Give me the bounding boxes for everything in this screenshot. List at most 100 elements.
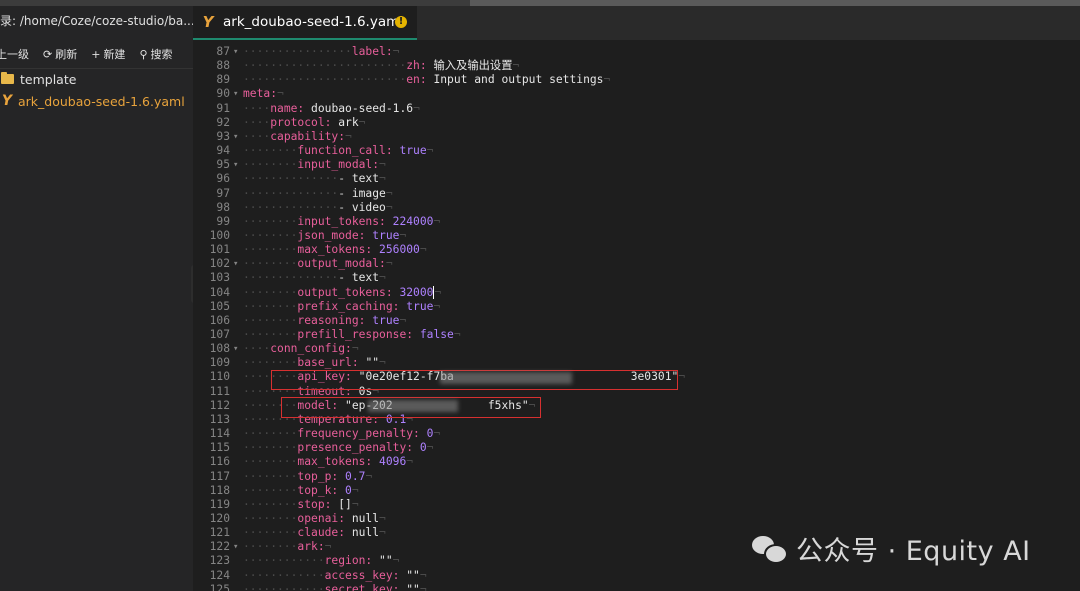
whitespace-markers: ············ <box>243 554 325 568</box>
fold-chevron-icon[interactable]: ▾ <box>233 158 238 172</box>
go-up-button[interactable]: 上一级 <box>0 44 29 64</box>
line-number: 89 <box>216 73 230 87</box>
line-number: 100 <box>209 228 230 242</box>
yaml-file-icon: Y <box>202 13 214 31</box>
code-content: ········claude: null¬ <box>243 526 386 540</box>
whitespace-markers: ············ <box>243 568 325 582</box>
line-number: 111 <box>209 384 230 398</box>
whitespace-markers: ········ <box>243 299 298 313</box>
yaml-key: max_tokens: <box>297 243 373 257</box>
line-number: 93 <box>216 129 230 143</box>
yaml-key: - <box>338 200 352 214</box>
eol-marker: ¬ <box>433 299 441 313</box>
eol-marker: ¬ <box>434 285 442 299</box>
whitespace-markers: ···· <box>243 101 271 115</box>
fold-chevron-icon[interactable]: ▾ <box>233 45 238 59</box>
whitespace-markers: ···· <box>243 115 271 129</box>
tree-item-template-folder[interactable]: template <box>0 69 76 89</box>
new-button[interactable]: + 新建 <box>91 44 125 64</box>
yaml-value: ark <box>331 115 359 129</box>
current-directory-path: 录: /home/Coze/coze-studio/ba... <box>0 14 193 28</box>
tab-ark-doubao-yaml[interactable]: Y ark_doubao-seed-1.6.yaml ! <box>193 6 417 40</box>
eol-marker: ¬ <box>385 257 393 271</box>
yaml-key: meta: <box>243 87 278 101</box>
eol-marker: ¬ <box>426 144 434 158</box>
tree-item-yaml-file[interactable]: Y ark_doubao-seed-1.6.yaml <box>0 91 185 111</box>
eol-marker: ¬ <box>379 526 386 540</box>
yaml-value: 0.7 <box>338 469 366 483</box>
line-number: 113 <box>209 412 230 426</box>
yaml-key: en: <box>406 73 427 87</box>
yaml-value: text <box>351 271 380 285</box>
explorer-toolbar: 上一级 ⟳ 刷新 + 新建 ⚲ 搜索 <box>0 44 187 64</box>
yaml-key: output_modal: <box>297 257 386 271</box>
yaml-value: null <box>345 511 380 525</box>
file-explorer-sidebar: 录: /home/Coze/coze-studio/ba... 上一级 ⟳ 刷新… <box>0 6 193 591</box>
refresh-button[interactable]: ⟳ 刷新 <box>43 44 77 64</box>
yaml-key: stop: <box>297 497 332 511</box>
whitespace-markers: ·············· <box>243 271 339 285</box>
yaml-value: image <box>351 186 386 200</box>
eol-marker: ¬ <box>324 540 332 554</box>
line-number: 96 <box>216 172 230 186</box>
search-icon: ⚲ <box>139 47 148 61</box>
whitespace-markers: ········ <box>243 427 298 441</box>
eol-marker: ¬ <box>351 483 359 497</box>
line-number: 103 <box>209 271 230 285</box>
yaml-value: true <box>399 299 434 313</box>
whitespace-markers: ············ <box>243 582 325 591</box>
line-number: 122 <box>209 540 230 554</box>
yaml-value: text <box>351 172 380 186</box>
code-content: meta:¬ <box>243 87 284 101</box>
code-content: ····name: doubao-seed-1.6¬ <box>243 102 420 116</box>
yaml-key: capability: <box>270 129 346 143</box>
watermark-text: 公众号 · Equity AI <box>796 535 1031 567</box>
whitespace-markers: ········ <box>243 526 298 540</box>
yaml-key: name: <box>270 101 305 115</box>
yaml-value: doubao-seed-1.6 <box>304 101 414 115</box>
wechat-watermark: 公众号 · Equity AI <box>752 528 1031 568</box>
yaml-key: top_p: <box>297 469 339 483</box>
code-editor[interactable]: 87 ▾ ················label:¬ 88 ············… <box>193 40 1080 591</box>
line-number: 114 <box>209 427 230 441</box>
whitespace-markers: ········ <box>243 356 298 370</box>
code-content: ········base_url: ""¬ <box>243 356 386 370</box>
fold-chevron-icon[interactable]: ▾ <box>233 342 238 356</box>
eol-marker: ¬ <box>385 186 393 200</box>
eol-marker: ¬ <box>512 59 520 73</box>
fold-chevron-icon[interactable]: ▾ <box>233 257 238 271</box>
fold-chevron-icon[interactable]: ▾ <box>233 87 238 101</box>
line-number: 116 <box>209 455 230 469</box>
line-number: 112 <box>209 398 230 412</box>
yaml-value: "" <box>358 356 380 370</box>
code-content: ········prefill_response: false¬ <box>243 328 461 342</box>
eol-marker: ¬ <box>351 497 359 511</box>
yaml-key: prefix_caching: <box>297 299 400 313</box>
code-content: ··············- text¬ <box>243 172 386 186</box>
search-button[interactable]: ⚲ 搜索 <box>139 44 172 64</box>
yaml-value: 32000 <box>392 285 434 299</box>
yaml-key: zh: <box>406 59 427 73</box>
code-content: ········top_p: 0.7¬ <box>243 470 372 484</box>
yaml-value: true <box>392 144 427 158</box>
line-number: 110 <box>209 370 230 384</box>
fold-chevron-icon[interactable]: ▾ <box>233 130 238 144</box>
code-content: ········output_modal:¬ <box>243 257 393 271</box>
yaml-value: [] <box>331 497 352 511</box>
whitespace-markers: ········ <box>243 313 298 327</box>
fold-chevron-icon[interactable]: ▾ <box>233 540 238 554</box>
line-number: 88 <box>216 59 230 73</box>
yaml-key: claude: <box>297 526 346 540</box>
yaml-value: true <box>365 313 400 327</box>
line-number: 91 <box>216 101 230 115</box>
redacted-model-id <box>368 400 458 412</box>
plus-icon: + <box>91 47 101 61</box>
line-number: 92 <box>216 115 230 129</box>
eol-marker: ¬ <box>379 271 386 285</box>
whitespace-markers: ···· <box>243 342 271 356</box>
eol-marker: ¬ <box>358 115 366 129</box>
eol-marker: ¬ <box>345 129 352 143</box>
yaml-value: 256000 <box>372 243 420 257</box>
yaml-key: label: <box>351 45 393 58</box>
yaml-key: max_tokens: <box>297 455 373 469</box>
